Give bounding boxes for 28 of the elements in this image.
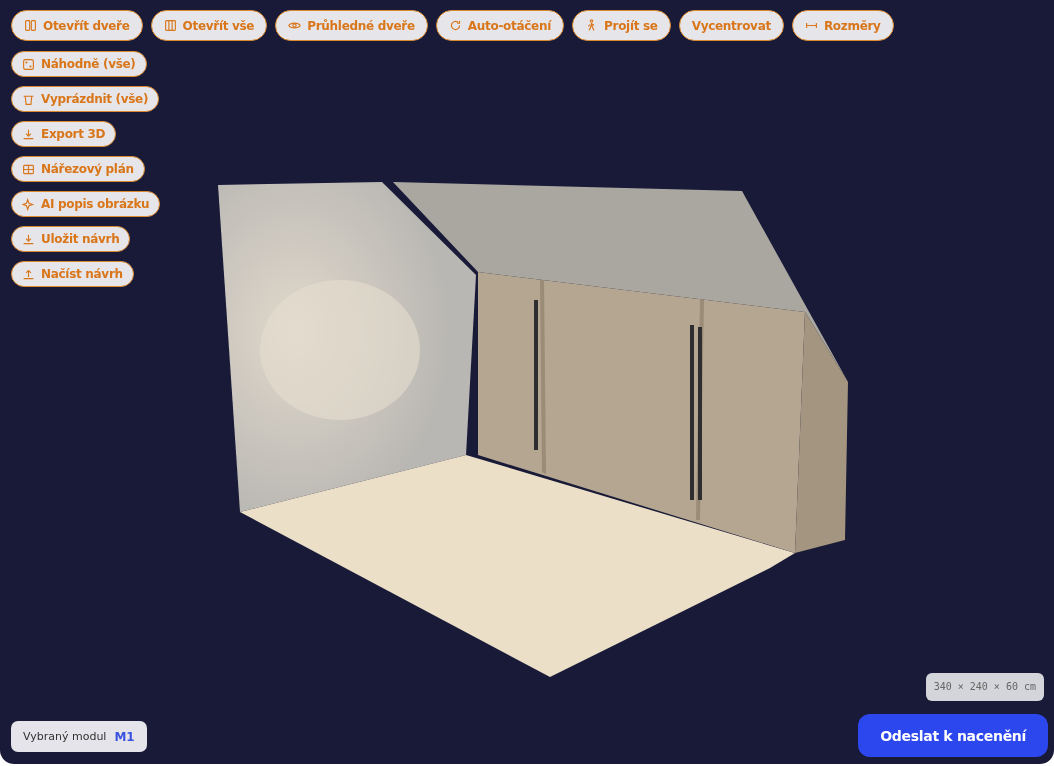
toolbar-button[interactable]: Auto-otáčení bbox=[435, 10, 564, 41]
action-button[interactable]: AI popis obrázku bbox=[11, 191, 161, 217]
eye-icon bbox=[288, 19, 302, 32]
toolbar-button[interactable]: Rozměry bbox=[791, 10, 894, 41]
toolbar-button[interactable]: Otevřít dveře bbox=[11, 10, 143, 41]
sparkle-icon bbox=[22, 197, 35, 211]
toolbar-button[interactable]: Otevřít vše bbox=[150, 10, 268, 41]
columns-icon bbox=[163, 19, 177, 32]
action-button[interactable]: Náhodně (vše) bbox=[11, 51, 147, 77]
download-icon bbox=[22, 232, 35, 246]
action-button[interactable]: Načíst návrh bbox=[11, 261, 134, 287]
grid-icon bbox=[22, 162, 35, 176]
door-icon bbox=[24, 19, 37, 32]
action-button[interactable]: Nářezový plán bbox=[11, 156, 145, 182]
dice-icon bbox=[22, 57, 35, 71]
rotate-icon bbox=[448, 19, 462, 32]
toolbar-button[interactable]: Průhledné dveře bbox=[275, 10, 428, 41]
action-button[interactable]: Export 3D bbox=[11, 121, 117, 147]
toolbar-button[interactable]: Projít se bbox=[572, 10, 671, 41]
upload-icon bbox=[22, 267, 35, 281]
module-value: M1 bbox=[114, 729, 135, 744]
download-icon bbox=[22, 127, 35, 141]
dimensions-label: 340 × 240 × 60 cm bbox=[925, 673, 1044, 701]
action-button[interactable]: Vyprázdnit (vše) bbox=[11, 86, 160, 112]
module-label: Vybraný modul bbox=[23, 730, 107, 743]
toolbar-button[interactable]: Vycentrovat bbox=[678, 10, 784, 41]
submit-button[interactable]: Odeslat k nacenění bbox=[858, 714, 1048, 757]
action-button[interactable]: Uložit návrh bbox=[11, 226, 131, 252]
